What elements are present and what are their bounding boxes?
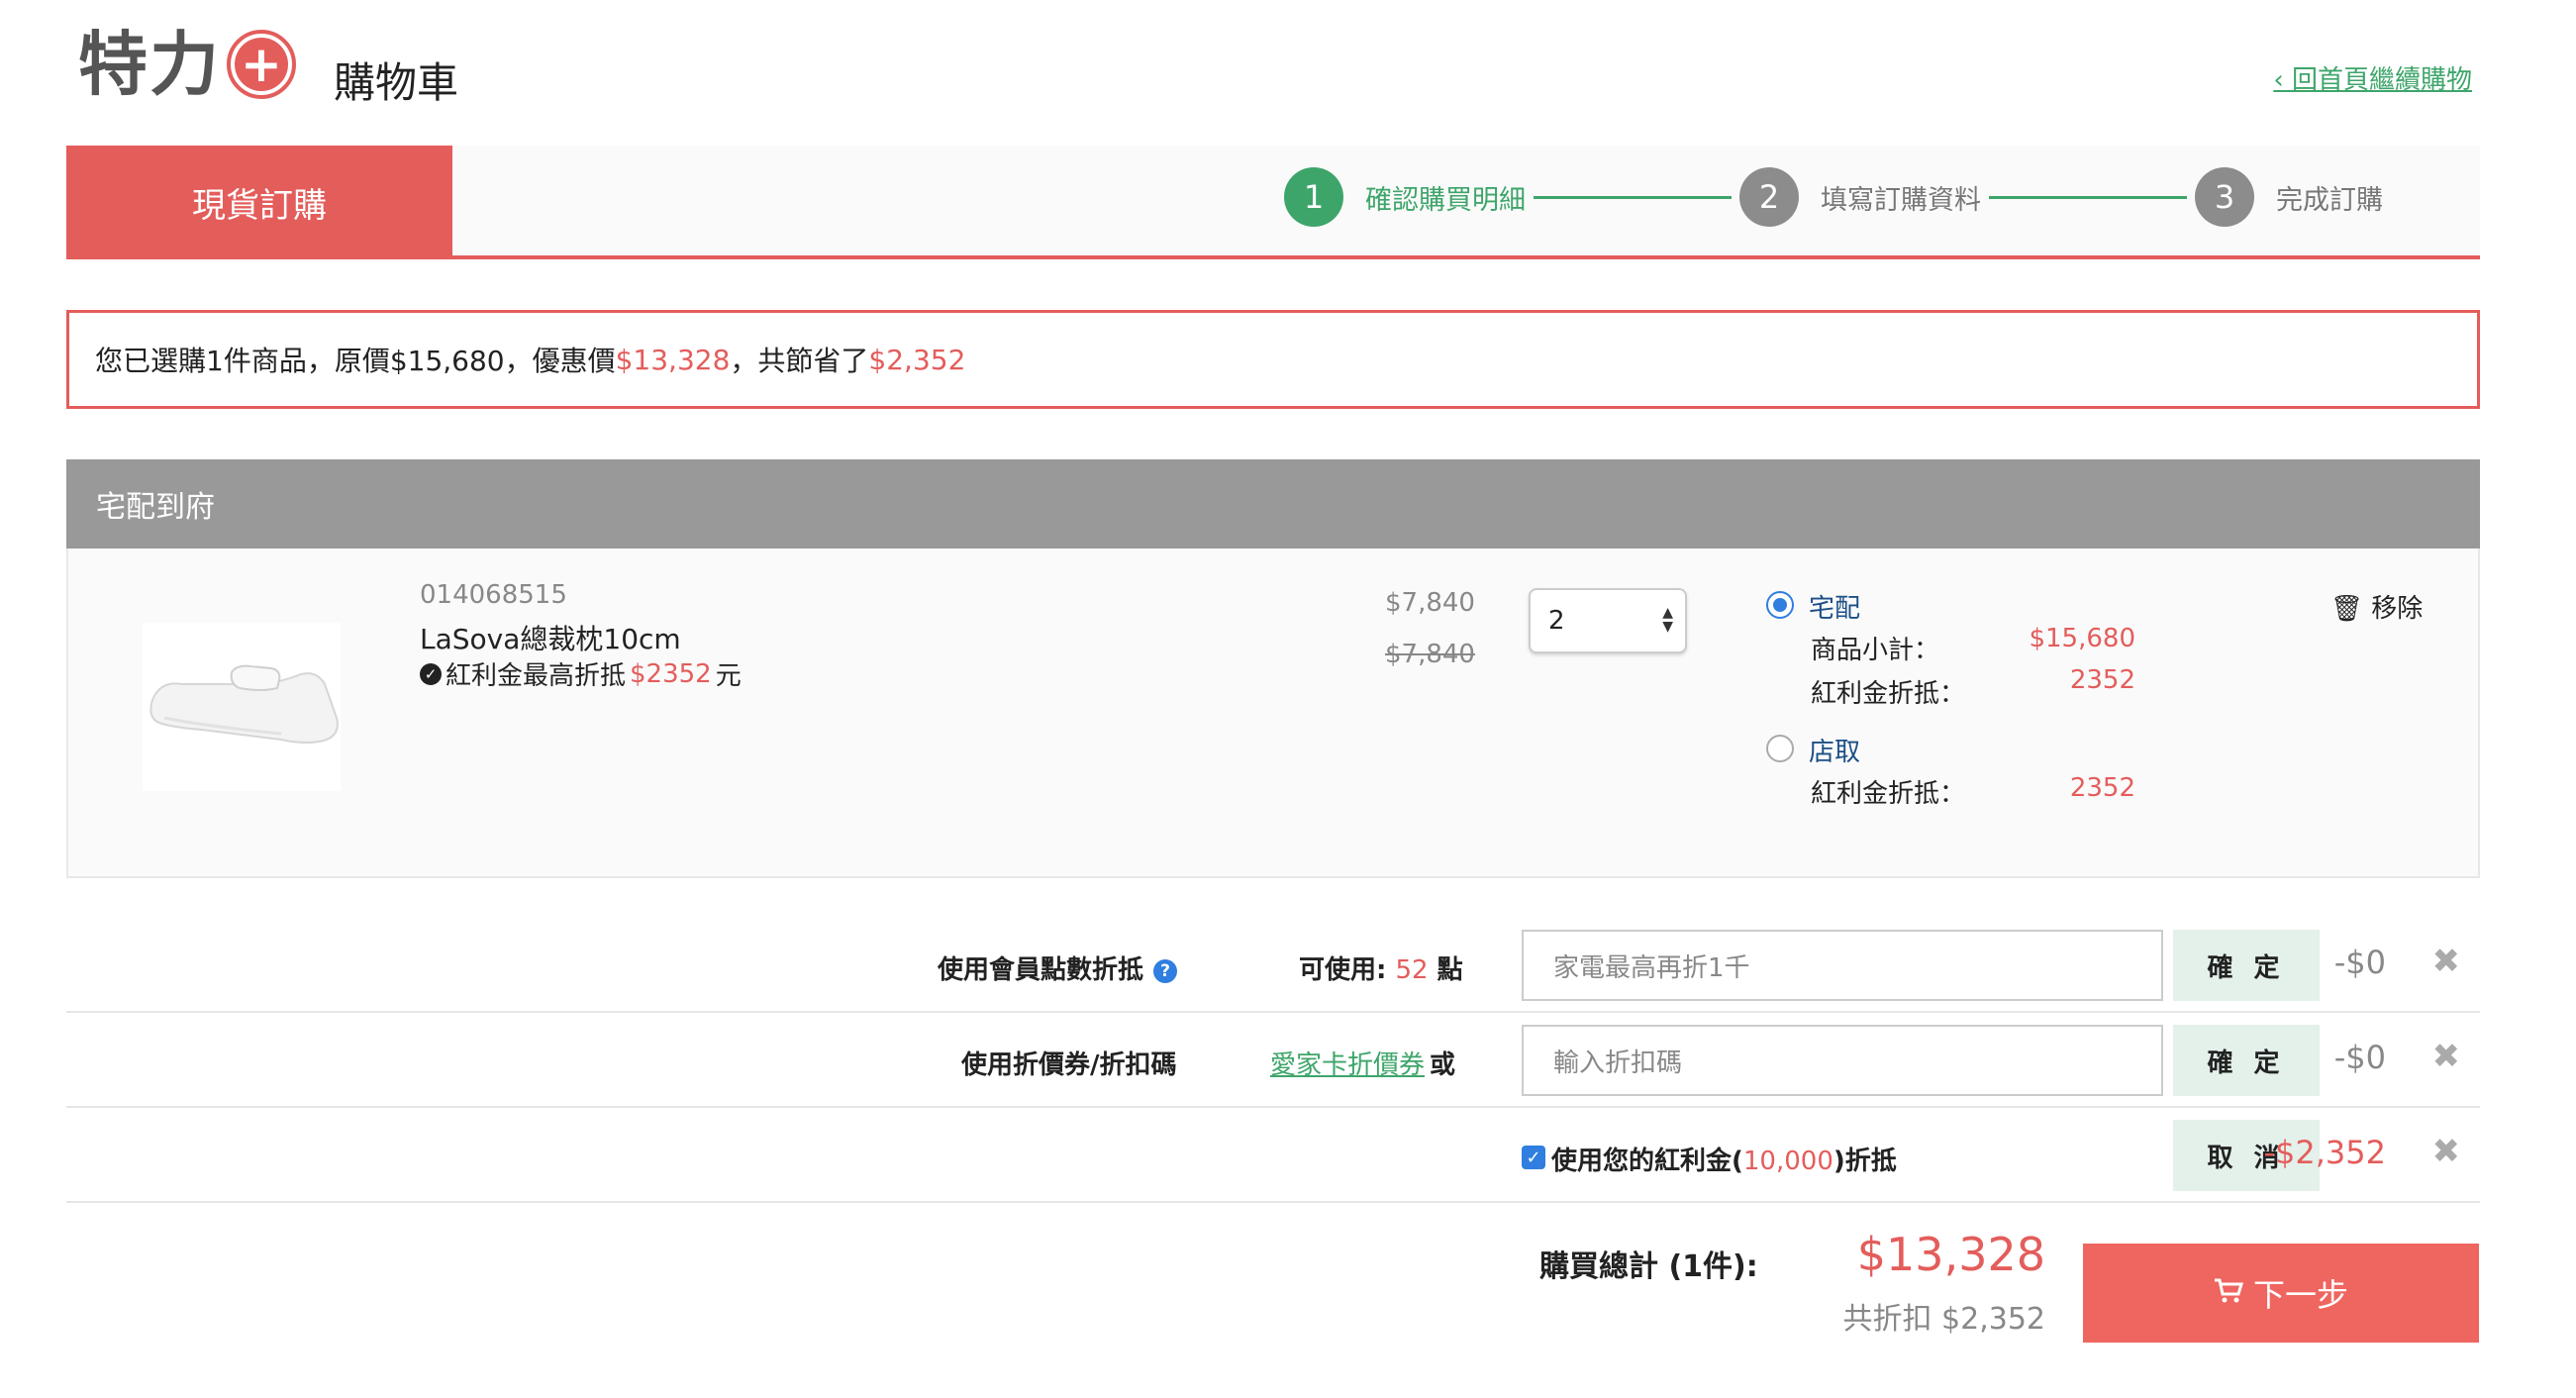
rebate-amount: $2352 [630,658,712,689]
quantity-value: 2 [1548,606,1565,636]
bonus-checkbox[interactable]: ✓ [1522,1146,1545,1169]
checkout-steps: 1 確認購買明細 2 填寫訂購資料 3 完成訂購 [1284,167,2391,227]
points-confirm-button[interactable]: 確 定 [2173,930,2320,1001]
home-subtotal-label: 商品小計： [1811,636,1940,665]
cart-icon [2214,1274,2244,1312]
product-image[interactable] [143,623,341,791]
home-rebate-value: 2352 [2069,665,2135,695]
logo-plus-icon: + [227,30,296,99]
points-label: 使用會員點數折抵? [938,949,1178,986]
summary-prefix: 您已選購1件商品，原價$15,680，優惠價 [95,345,616,377]
home-card-coupon-link[interactable]: 愛家卡折價券 [1270,1045,1425,1081]
home-subtotal-value: $15,680 [2029,624,2135,653]
remove-label: 移除 [2371,594,2424,624]
back-to-home-link[interactable]: ‹ 回首頁繼續購物 [2273,59,2472,96]
coupon-code-input[interactable]: 輸入折扣碼 [1522,1025,2163,1096]
select-arrows-icon: ▲ ▼ [1662,605,1673,635]
bonus-discount-amount: -$2,352 [2263,1134,2386,1171]
page-title: 購物車 [334,58,459,107]
coupon-label: 使用折價券/折扣碼 [961,1050,1177,1080]
cart-item-row: 014068515 LaSova總裁枕10cm ✓ 紅利金最高折抵 $2352 … [66,549,2480,878]
product-sku: 014068515 [420,580,567,610]
bonus-label: 使用您的紅利金(10,000)折抵 [1551,1147,1897,1176]
unit-price: $7,840 [1385,588,1475,618]
logo-text: 特力 [78,24,221,105]
order-tabbar: 現貨訂購 1 確認購買明細 2 填寫訂購資料 3 完成訂購 [66,146,2480,259]
home-rebate-label: 紅利金折抵： [1811,679,1966,709]
delivery-option-home-radio[interactable] [1766,591,1794,619]
next-step-label: 下一步 [2252,1276,2348,1314]
store-rebate-value: 2352 [2069,773,2135,803]
coupon-discount-amount: -$0 [2333,1039,2386,1076]
trash-icon: 🗑 [2330,594,2364,624]
rebate-prefix: 紅利金最高折抵 [446,661,627,691]
points-input[interactable]: 家電最高再折1千 [1522,930,2163,1001]
bonus-clear-icon[interactable]: ✖ [2432,1132,2461,1171]
points-discount-amount: -$0 [2333,944,2386,981]
step-connector [1989,195,2187,199]
original-price: $7,840 [1385,640,1475,669]
remove-item-button[interactable]: 🗑 移除 [2330,588,2423,625]
cart-summary-banner: 您已選購1件商品，原價$15,680，優惠價 $13,328 ，共節省了 $2,… [66,310,2480,409]
logo[interactable]: 特力 + [78,30,296,99]
tab-in-stock[interactable]: 現貨訂購 [66,146,452,259]
store-rebate-label: 紅利金折抵： [1811,779,1966,809]
bonus-discount-row: ✓ 使用您的紅利金(10,000)折抵 取 消 -$2,352 ✖ [66,1108,2480,1203]
check-circle-icon: ✓ [420,662,442,685]
summary-saved-amount: $2,352 [868,343,966,376]
rebate-suffix: 元 [715,661,742,691]
points-available: 可使用: 52 點 [1299,955,1463,985]
points-discount-row: 使用會員點數折抵? 可使用: 52 點 家電最高再折1千 確 定 -$0 ✖ [66,918,2480,1013]
step-3: 3 完成訂購 [2195,167,2391,227]
quantity-select[interactable]: 2 ▲ ▼ [1529,588,1687,653]
coupon-or-text: 或 [1430,1050,1456,1080]
points-clear-icon[interactable]: ✖ [2432,942,2461,981]
total-label: 購買總計 (1件): [1539,1249,1758,1284]
delivery-section-header: 宅配到府 [66,459,2480,549]
step-2-label: 填寫訂購資料 [1821,184,1981,216]
bonus-amount: 10,000 [1742,1147,1833,1176]
step-1-number: 1 [1284,167,1343,227]
step-3-label: 完成訂購 [2276,184,2383,216]
step-1-label: 確認購買明細 [1365,184,1526,216]
delivery-section-title: 宅配到府 [96,490,215,525]
page-header: 特力 + 購物車 ‹ 回首頁繼續購物 [66,0,2480,146]
total-discount: 共折扣 $2,352 [1842,1302,2045,1337]
coupon-discount-row: 使用折價券/折扣碼 愛家卡折價券 或 輸入折扣碼 確 定 -$0 ✖ [66,1013,2480,1108]
coupon-clear-icon[interactable]: ✖ [2432,1037,2461,1076]
coupon-confirm-button[interactable]: 確 定 [2173,1025,2320,1096]
summary-sale-price: $13,328 [615,343,731,376]
summary-middle: ，共節省了 [730,345,869,377]
step-2: 2 填寫訂購資料 [1739,167,2195,227]
delivery-option-store-radio[interactable] [1766,735,1794,762]
delivery-option-store-label[interactable]: 店取 [1809,732,1860,768]
product-rebate-note: ✓ 紅利金最高折抵 $2352 元 [420,655,742,692]
step-2-number: 2 [1739,167,1799,227]
product-name[interactable]: LaSova總裁枕10cm [420,618,681,657]
delivery-option-home-label[interactable]: 宅配 [1809,588,1860,625]
step-3-number: 3 [2195,167,2254,227]
points-available-count: 52 [1395,955,1429,985]
step-1: 1 確認購買明細 [1284,167,1739,227]
next-step-button[interactable]: 下一步 [2083,1244,2479,1343]
help-icon[interactable]: ? [1153,958,1178,983]
step-connector [1534,195,1732,199]
total-amount: $13,328 [1856,1228,2045,1281]
